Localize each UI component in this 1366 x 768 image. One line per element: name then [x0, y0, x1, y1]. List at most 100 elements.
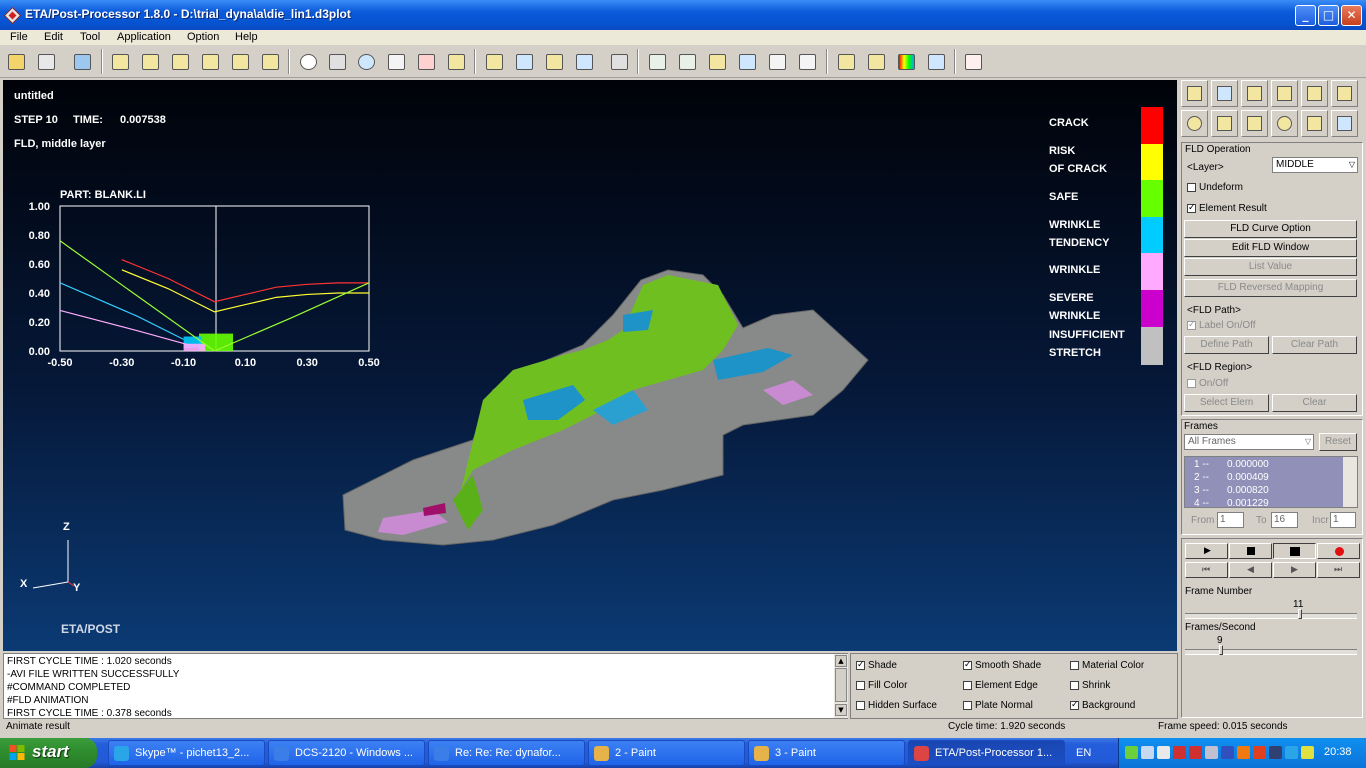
- region-on-off-checkbox[interactable]: [1187, 379, 1196, 388]
- incr-input[interactable]: 1: [1330, 512, 1356, 528]
- start-button[interactable]: start: [0, 738, 97, 768]
- menu-edit[interactable]: Edit: [44, 31, 63, 43]
- previous-frame-button[interactable]: ◀: [1229, 562, 1272, 578]
- console-scroll-thumb[interactable]: [835, 668, 847, 702]
- view-right-icon[interactable]: [226, 48, 253, 75]
- two-icon[interactable]: [1271, 80, 1298, 107]
- frames-reset-button[interactable]: Reset: [1319, 433, 1357, 451]
- tray-misc-icon[interactable]: [1301, 746, 1314, 759]
- view-top-icon[interactable]: [166, 48, 193, 75]
- arc-icon[interactable]: [763, 48, 790, 75]
- cut-icon[interactable]: [862, 48, 889, 75]
- menu-tool[interactable]: Tool: [80, 31, 100, 43]
- frames-list[interactable]: 1 -- 0.000000 2 -- 0.000409 3 -- 0.00082…: [1184, 456, 1358, 508]
- wave-icon[interactable]: [1331, 110, 1358, 137]
- view-iso-icon[interactable]: [106, 48, 133, 75]
- tray-sync-icon[interactable]: [1269, 746, 1282, 759]
- thickness-icon[interactable]: [1301, 110, 1328, 137]
- hidden-surface-checkbox[interactable]: [856, 701, 865, 710]
- part-only-icon[interactable]: [570, 48, 597, 75]
- taskbar-item-skype[interactable]: Skype™ - pichet13_2...: [108, 740, 265, 766]
- graph-icon[interactable]: [959, 48, 986, 75]
- frame-icon[interactable]: [1301, 80, 1328, 107]
- tray-wifi-icon[interactable]: [1157, 746, 1170, 759]
- frames-select[interactable]: All Frames ▽: [1184, 434, 1314, 450]
- tray-volume-icon[interactable]: [1141, 746, 1154, 759]
- menu-file[interactable]: File: [10, 31, 28, 43]
- taskbar-item-eta-post[interactable]: ETA/Post-Processor 1...: [908, 740, 1065, 766]
- fld-import-icon[interactable]: [1181, 80, 1208, 107]
- tray-security-icon[interactable]: [1173, 746, 1186, 759]
- tray-skype-icon[interactable]: [1285, 746, 1298, 759]
- zoom-window-icon[interactable]: [382, 48, 409, 75]
- element-edge-checkbox[interactable]: [963, 681, 972, 690]
- ruler-icon[interactable]: [703, 48, 730, 75]
- fit-icon[interactable]: [412, 48, 439, 75]
- taskbar-item-browser[interactable]: DCS-2120 - Windows ...: [268, 740, 425, 766]
- part-turn-off-icon[interactable]: [540, 48, 567, 75]
- brush-icon[interactable]: [605, 48, 632, 75]
- cone-icon[interactable]: [1241, 110, 1268, 137]
- radius-icon[interactable]: [793, 48, 820, 75]
- view-left-icon[interactable]: [196, 48, 223, 75]
- taskbar-item-paint-2[interactable]: 2 - Paint: [588, 740, 745, 766]
- frame-row-index[interactable]: 2 --: [1194, 472, 1209, 483]
- node-icon[interactable]: [643, 48, 670, 75]
- plate-normal-checkbox[interactable]: [963, 701, 972, 710]
- frame-row-time[interactable]: 0.000820: [1227, 485, 1269, 496]
- shrink-checkbox[interactable]: [1070, 681, 1079, 690]
- next-frame-button[interactable]: ▶: [1273, 562, 1316, 578]
- measure-angle-icon[interactable]: [733, 48, 760, 75]
- menu-application[interactable]: Application: [117, 31, 171, 43]
- close-button[interactable]: ✕: [1341, 5, 1362, 26]
- scroll-down-icon[interactable]: ▼: [835, 704, 847, 716]
- taskbar-item-mail[interactable]: Re: Re: Re: dynafor...: [428, 740, 585, 766]
- clear-path-button[interactable]: Clear Path: [1272, 336, 1357, 354]
- dice-icon[interactable]: [1181, 110, 1208, 137]
- rotate-part-icon[interactable]: [1211, 110, 1238, 137]
- box-icon[interactable]: [442, 48, 469, 75]
- graphics-viewport[interactable]: untitled STEP 10 TIME: 0.007538 FLD, mid…: [3, 80, 1177, 651]
- frame-number-slider[interactable]: [1185, 609, 1357, 619]
- pause-button[interactable]: [1273, 543, 1316, 559]
- zoom-icon[interactable]: [352, 48, 379, 75]
- frame-row-index[interactable]: 1 --: [1194, 459, 1209, 470]
- background-checkbox[interactable]: ✓: [1070, 701, 1079, 710]
- frame-row-index[interactable]: 3 --: [1194, 485, 1209, 496]
- record-button[interactable]: [1317, 543, 1360, 559]
- shape-icon[interactable]: [1331, 80, 1358, 107]
- undeform-checkbox[interactable]: [1187, 183, 1196, 192]
- contour-icon[interactable]: [892, 48, 919, 75]
- frame-row-index[interactable]: 4 --: [1194, 498, 1209, 507]
- fld-curve-option-button[interactable]: FLD Curve Option: [1184, 220, 1357, 238]
- plane-icon[interactable]: [1211, 80, 1238, 107]
- view-front-icon[interactable]: [136, 48, 163, 75]
- smooth-shade-checkbox[interactable]: ✓: [963, 661, 972, 670]
- define-path-button[interactable]: Define Path: [1184, 336, 1269, 354]
- clear-region-button[interactable]: Clear: [1272, 394, 1357, 412]
- tray-update-icon[interactable]: [1237, 746, 1250, 759]
- tray-bluetooth-icon[interactable]: [1221, 746, 1234, 759]
- print-icon[interactable]: [32, 48, 59, 75]
- part-turn-on-icon[interactable]: [510, 48, 537, 75]
- frame-number-slider-thumb[interactable]: [1297, 609, 1302, 619]
- tray-shield-icon[interactable]: [1189, 746, 1202, 759]
- element-result-checkbox[interactable]: ✓: [1187, 204, 1196, 213]
- from-input[interactable]: 1: [1217, 512, 1244, 528]
- fps-slider[interactable]: [1185, 645, 1357, 655]
- minimize-button[interactable]: _: [1295, 5, 1316, 26]
- view-bottom-icon[interactable]: [256, 48, 283, 75]
- menu-help[interactable]: Help: [235, 31, 258, 43]
- label-on-off-checkbox[interactable]: ✓: [1187, 321, 1196, 330]
- message-console[interactable]: FIRST CYCLE TIME : 1.020 seconds -AVI FI…: [3, 653, 848, 719]
- maximize-button[interactable]: □: [1318, 5, 1339, 26]
- list-value-button[interactable]: List Value: [1184, 258, 1357, 276]
- tray-network-icon[interactable]: [1125, 746, 1138, 759]
- frame-row-time[interactable]: 0.000000: [1227, 459, 1269, 470]
- stop-button[interactable]: [1229, 543, 1272, 559]
- pan-icon[interactable]: [323, 48, 350, 75]
- title-bar[interactable]: ETA/Post-Processor 1.8.0 - D:\trial_dyna…: [0, 0, 1366, 30]
- fill-color-checkbox[interactable]: [856, 681, 865, 690]
- fld-reversed-mapping-button[interactable]: FLD Reversed Mapping: [1184, 279, 1357, 297]
- last-frame-button[interactable]: ⏭: [1317, 562, 1360, 578]
